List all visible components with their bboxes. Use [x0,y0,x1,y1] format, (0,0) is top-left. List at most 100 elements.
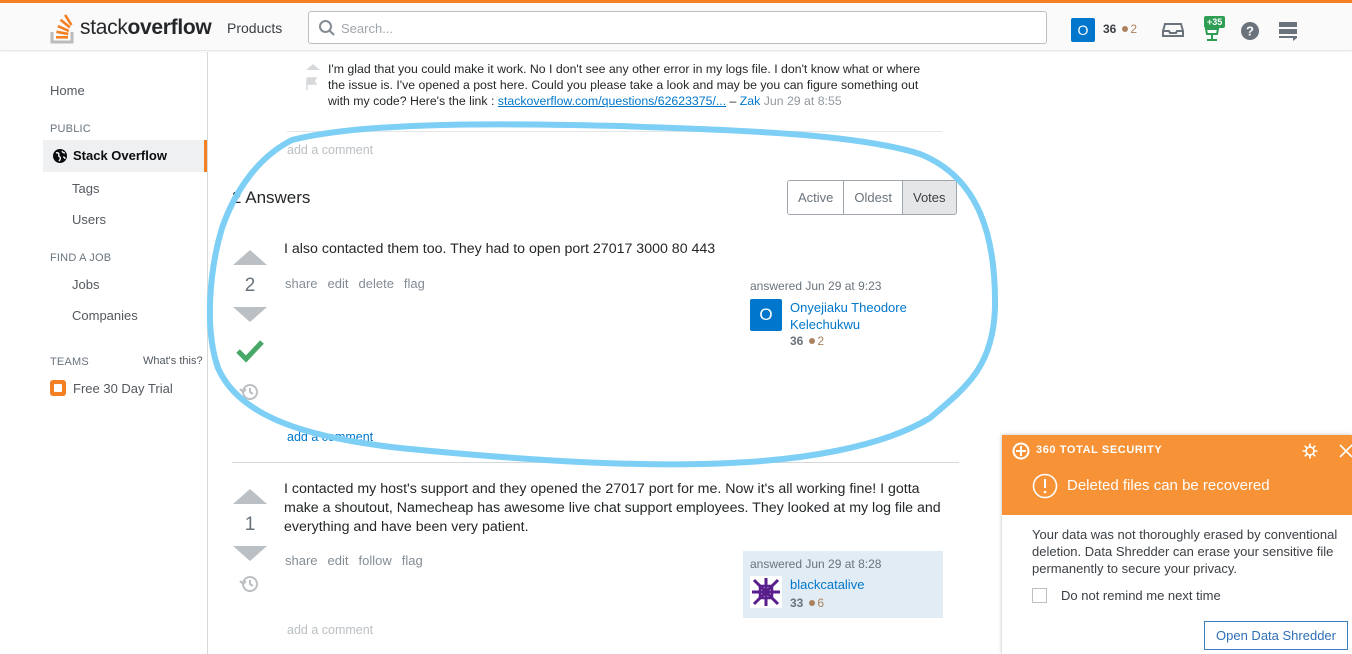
answer-2-body: I contacted my host's support and they o… [284,481,941,535]
bronze-badge-count: 2 [1130,22,1138,36]
top-bar: stackoverflow Products O 362 +35 ? [0,0,1352,51]
answer-2-user-avatar[interactable] [750,576,782,608]
popup-title: Deleted files can be recovered [1067,477,1270,494]
history-icon[interactable] [239,381,261,403]
close-icon[interactable] [1339,444,1352,458]
bronze-badge-icon [1122,26,1129,32]
answer-1-actions: share edit delete flag [285,276,425,291]
question-comment: I'm glad that you could make it work. No… [328,61,940,109]
answer-1-user-rep: 36 2 [790,334,936,348]
answers-count-heading: 2 Answers [232,188,311,207]
answer-2-actions: share edit follow flag [285,553,423,568]
comment-link[interactable]: stackoverflow.com/questions/62623375/... [498,94,726,108]
history-icon[interactable] [239,573,261,595]
help-icon[interactable]: ? [1239,20,1261,42]
nav-users[interactable]: Users [72,212,106,227]
answer-2-rep-value: 33 [790,596,804,610]
answer-1-share-link[interactable]: share [285,276,318,291]
answer-2-bronze-count: 6 [817,596,825,610]
left-sidebar: Home PUBLIC Stack Overflow Tags Users FI… [0,52,208,654]
answer-1-flag-link[interactable]: flag [404,276,425,291]
search-input[interactable] [341,17,1031,39]
security-logo-icon [1012,442,1030,460]
nav-section-find-job: FIND A JOB [50,252,112,264]
logo-text-light: stack [80,16,128,39]
answer-1-user-card: answered Jun 29 at 9:23 O Onyejiaku Theo… [743,273,943,354]
popup-header: 360 TOTAL SECURITY Deleted files can be … [1002,435,1352,515]
nav-jobs[interactable]: Jobs [72,277,99,292]
globe-icon [53,149,67,163]
upvote-icon[interactable] [233,489,267,504]
inbox-icon[interactable] [1162,18,1184,40]
stackoverflow-logo[interactable]: stackoverflow [50,11,212,45]
answer-sort-tabs: Active Oldest Votes [787,180,957,215]
nav-companies[interactable]: Companies [72,308,138,323]
comment-date: Jun 29 at 8:55 [760,94,842,108]
answer-1-body: I also contacted them too. They had to o… [284,241,716,257]
answer-1-user-name[interactable]: Onyejiaku Theodore Kelechukwu [790,299,936,333]
answer-2-flag-link[interactable]: flag [402,553,423,568]
nav-free-trial-label: Free 30 Day Trial [73,380,173,396]
answer-divider [232,462,959,463]
answer-1-add-comment-link[interactable]: add a comment [287,430,373,444]
svg-text:?: ? [1246,24,1254,39]
answer-2-edit-link[interactable]: edit [328,553,349,568]
nav-stack-overflow[interactable]: Stack Overflow [43,140,207,172]
nav-free-trial[interactable]: Free 30 Day Trial [50,380,173,396]
do-not-remind-checkbox[interactable] [1032,588,1047,603]
nav-home[interactable]: Home [50,83,85,98]
settings-gear-icon[interactable] [1302,443,1318,459]
achievements-icon[interactable] [1201,25,1223,47]
sort-tab-votes[interactable]: Votes [902,181,956,214]
answer-2-share-link[interactable]: share [285,553,318,568]
sort-tab-oldest[interactable]: Oldest [844,181,903,214]
answer-1-vote-count: 2 [244,275,256,296]
popup-brand: 360 TOTAL SECURITY [1036,444,1163,456]
nav-section-teams: TEAMS [50,356,89,368]
downvote-icon[interactable] [233,307,267,322]
downvote-icon[interactable] [233,546,267,561]
answer-1-vote-controls: 2 [232,250,268,408]
answer-2-user-rep: 33 6 [790,596,864,610]
answer-2-user-card: answered Jun 29 at 8:28 blackcatalive 33… [743,551,943,618]
answer-2-follow-link[interactable]: follow [359,553,392,568]
sort-tab-active[interactable]: Active [788,181,845,214]
user-reputation[interactable]: 36 2 [1103,22,1137,36]
comment-divider [287,131,942,132]
comment-controls [305,63,321,91]
do-not-remind-option[interactable]: Do not remind me next time [1032,588,1221,603]
comment-flag-icon[interactable] [305,77,319,91]
popup-message: Your data was not thoroughly erased by c… [1032,527,1338,576]
nav-stack-overflow-label: Stack Overflow [73,148,167,163]
comment-user[interactable]: Zak [740,94,761,108]
bronze-badge-icon [809,600,816,606]
question-add-comment-link[interactable]: add a comment [287,143,373,157]
open-data-shredder-button[interactable]: Open Data Shredder [1204,621,1348,650]
reputation-value: 36 [1103,22,1117,36]
answer-1-user-avatar[interactable]: O [750,299,782,331]
search-icon [319,20,335,36]
answer-1-bronze-count: 2 [817,334,825,348]
answer-1-delete-link[interactable]: delete [359,276,394,291]
products-menu[interactable]: Products [227,20,282,36]
do-not-remind-label: Do not remind me next time [1061,588,1221,603]
search-box[interactable] [308,11,1047,44]
teams-whats-this-link[interactable]: What's this? [143,355,203,367]
comment-separator: – [726,94,740,108]
answer-2-user-name[interactable]: blackcatalive [790,576,864,593]
nav-tags[interactable]: Tags [72,181,99,196]
security-popup: 360 TOTAL SECURITY Deleted files can be … [1002,435,1352,654]
answer-2-timestamp: answered Jun 29 at 8:28 [750,557,882,571]
answer-2-vote-count: 1 [244,514,256,535]
teams-briefcase-icon [50,380,66,396]
comment-upvote-icon[interactable] [305,63,321,71]
answer-1-edit-link[interactable]: edit [328,276,349,291]
site-switcher-icon[interactable] [1277,20,1299,42]
answer-1-timestamp: answered Jun 29 at 9:23 [750,279,882,293]
upvote-icon[interactable] [233,250,267,265]
user-avatar[interactable]: O [1071,18,1095,42]
answer-2-vote-controls: 1 [232,489,268,600]
answer-2-add-comment-link[interactable]: add a comment [287,623,373,637]
stackoverflow-logo-icon [50,14,74,44]
accepted-checkmark-icon [236,340,264,363]
